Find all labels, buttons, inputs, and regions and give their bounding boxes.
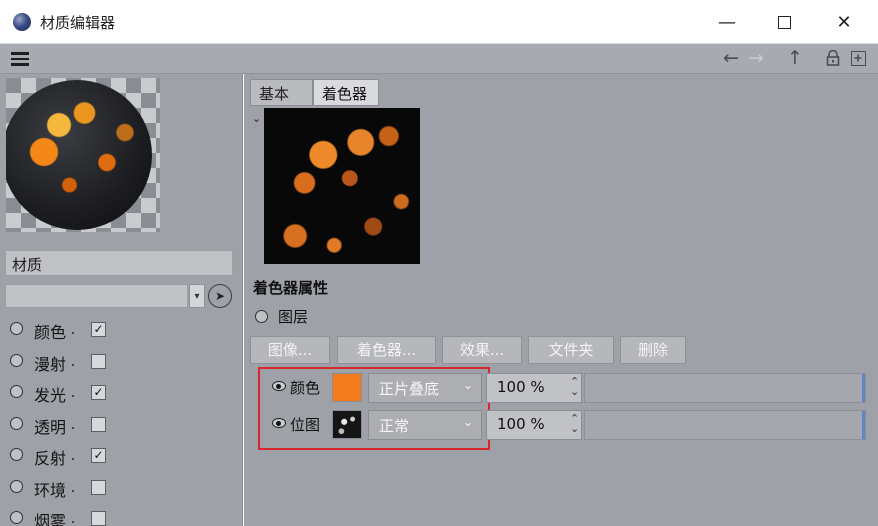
blend-mode-dropdown[interactable]: 正片叠底 ⌄ bbox=[368, 373, 482, 403]
channel-label: 反射 bbox=[34, 449, 67, 468]
tab-basic[interactable]: 基本 bbox=[250, 79, 313, 106]
window-title: 材质编辑器 bbox=[40, 14, 116, 32]
shader-panel: 基本 着色器 ⌄ 着色器属性 图层 图像... 着色器... 效果... 文件夹… bbox=[244, 74, 878, 526]
channel-radio[interactable] bbox=[10, 448, 23, 461]
close-button[interactable]: ✕ bbox=[820, 8, 868, 36]
color-swatch[interactable] bbox=[332, 373, 362, 402]
material-name-field[interactable]: 材质 bbox=[5, 250, 233, 276]
channel-checkbox[interactable] bbox=[91, 511, 106, 526]
channel-checkbox[interactable]: ✓ bbox=[91, 385, 106, 400]
channel-checkbox[interactable] bbox=[91, 479, 106, 495]
layer-label: 图层 bbox=[278, 308, 309, 326]
slider-handle[interactable] bbox=[862, 374, 865, 402]
channel-radio[interactable] bbox=[10, 479, 23, 493]
channel-radio[interactable] bbox=[10, 416, 23, 430]
pick-arrow-icon[interactable]: ➤ bbox=[208, 284, 232, 308]
effect-button[interactable]: 效果... bbox=[442, 336, 522, 364]
chevron-down-icon: ⌄ bbox=[462, 415, 473, 429]
channel-checkbox[interactable]: ✓ bbox=[91, 448, 106, 463]
back-arrow-icon[interactable]: ← bbox=[723, 48, 739, 68]
eye-icon[interactable] bbox=[272, 381, 286, 391]
channel-radio[interactable] bbox=[10, 322, 23, 335]
channel-radio[interactable] bbox=[10, 511, 23, 524]
channel-row[interactable]: 漫射 bbox=[0, 346, 243, 378]
forward-arrow-icon[interactable]: → bbox=[748, 48, 764, 68]
tab-shader[interactable]: 着色器 bbox=[313, 79, 379, 106]
opacity-field[interactable]: 100 % bbox=[486, 373, 582, 403]
up-arrow-icon[interactable]: ↑ bbox=[787, 48, 803, 68]
separator-dot bbox=[72, 521, 74, 523]
separator-dot bbox=[72, 458, 74, 460]
app-icon bbox=[13, 13, 31, 31]
channel-row[interactable]: 透明 bbox=[0, 409, 243, 441]
minimize-button[interactable]: — bbox=[703, 8, 751, 36]
channel-label: 颜色 bbox=[34, 323, 67, 342]
new-panel-icon[interactable] bbox=[851, 51, 866, 66]
channel-checkbox[interactable]: ✓ bbox=[91, 322, 106, 337]
maximize-button[interactable] bbox=[760, 8, 808, 36]
opacity-slider-fill bbox=[585, 411, 865, 439]
channel-row[interactable]: 发光 ✓ bbox=[0, 377, 243, 409]
separator-dot bbox=[72, 363, 74, 366]
separator-dot bbox=[72, 395, 74, 397]
toolbar: ← → ↑ bbox=[0, 44, 878, 74]
separator-dot bbox=[72, 489, 74, 492]
bitmap-thumbnail[interactable] bbox=[332, 410, 362, 439]
channel-checkbox[interactable] bbox=[91, 353, 106, 369]
channel-panel: 材质 ▾ ➤ 颜色 ✓ 漫射 发光 ✓ 透明 反射 ✓ 环境 烟雾 bbox=[0, 74, 243, 526]
title-bar: 材质编辑器 — ✕ bbox=[0, 0, 878, 44]
chevron-down-icon[interactable]: ▾ bbox=[189, 284, 205, 308]
collapse-chevron-icon[interactable]: ⌄ bbox=[252, 112, 261, 125]
opacity-slider[interactable] bbox=[584, 410, 866, 440]
layer-name: 位图 bbox=[290, 416, 321, 434]
separator-dot bbox=[72, 332, 74, 334]
chevron-down-icon: ⌄ bbox=[462, 378, 473, 392]
layer-row-color[interactable]: 颜色 正片叠底 ⌄ 100 % ⌃ ⌄ bbox=[270, 373, 866, 403]
channel-list: 颜色 ✓ 漫射 发光 ✓ 透明 反射 ✓ 环境 烟雾 bbox=[0, 314, 243, 526]
opacity-field[interactable]: 100 % bbox=[486, 410, 582, 440]
channel-label: 透明 bbox=[34, 417, 67, 437]
channel-row[interactable]: 烟雾 bbox=[0, 503, 243, 526]
channel-row[interactable]: 反射 ✓ bbox=[0, 440, 243, 472]
stepper-icon[interactable]: ⌃ ⌄ bbox=[570, 413, 579, 434]
blend-mode-dropdown[interactable]: 正常 ⌄ bbox=[368, 410, 482, 440]
shader-texture-preview bbox=[264, 108, 420, 264]
channel-label: 环境 bbox=[34, 480, 67, 500]
folder-button[interactable]: 文件夹 bbox=[528, 336, 614, 364]
channel-label: 发光 bbox=[34, 386, 67, 405]
channel-label: 烟雾 bbox=[34, 512, 67, 526]
layer-row-bitmap[interactable]: 位图 正常 ⌄ 100 % ⌃ ⌄ bbox=[270, 410, 866, 440]
blend-mode-value: 正常 bbox=[379, 417, 410, 435]
maximize-icon bbox=[777, 15, 791, 29]
channel-radio[interactable] bbox=[10, 353, 23, 367]
channel-row[interactable]: 环境 bbox=[0, 472, 243, 504]
menu-icon[interactable] bbox=[11, 52, 29, 66]
material-dropdown[interactable] bbox=[5, 284, 188, 308]
shader-button[interactable]: 着色器... bbox=[337, 336, 436, 364]
opacity-slider[interactable] bbox=[584, 373, 866, 403]
delete-button[interactable]: 删除 bbox=[620, 336, 686, 364]
lock-icon[interactable] bbox=[826, 49, 840, 66]
slider-handle[interactable] bbox=[862, 411, 865, 439]
blend-mode-value: 正片叠底 bbox=[379, 380, 440, 398]
image-button[interactable]: 图像... bbox=[250, 336, 330, 364]
layer-name: 颜色 bbox=[290, 379, 321, 397]
layer-radio[interactable] bbox=[255, 310, 268, 323]
material-preview bbox=[6, 78, 160, 232]
opacity-slider-fill bbox=[585, 374, 865, 402]
separator-dot bbox=[72, 426, 74, 429]
channel-radio[interactable] bbox=[10, 385, 23, 398]
channel-checkbox[interactable] bbox=[91, 416, 106, 432]
material-sphere bbox=[6, 80, 152, 230]
channel-row[interactable]: 颜色 ✓ bbox=[0, 314, 243, 346]
section-title: 着色器属性 bbox=[253, 279, 329, 297]
stepper-icon[interactable]: ⌃ ⌄ bbox=[570, 376, 579, 397]
eye-icon[interactable] bbox=[272, 418, 286, 428]
channel-label: 漫射 bbox=[34, 354, 67, 374]
